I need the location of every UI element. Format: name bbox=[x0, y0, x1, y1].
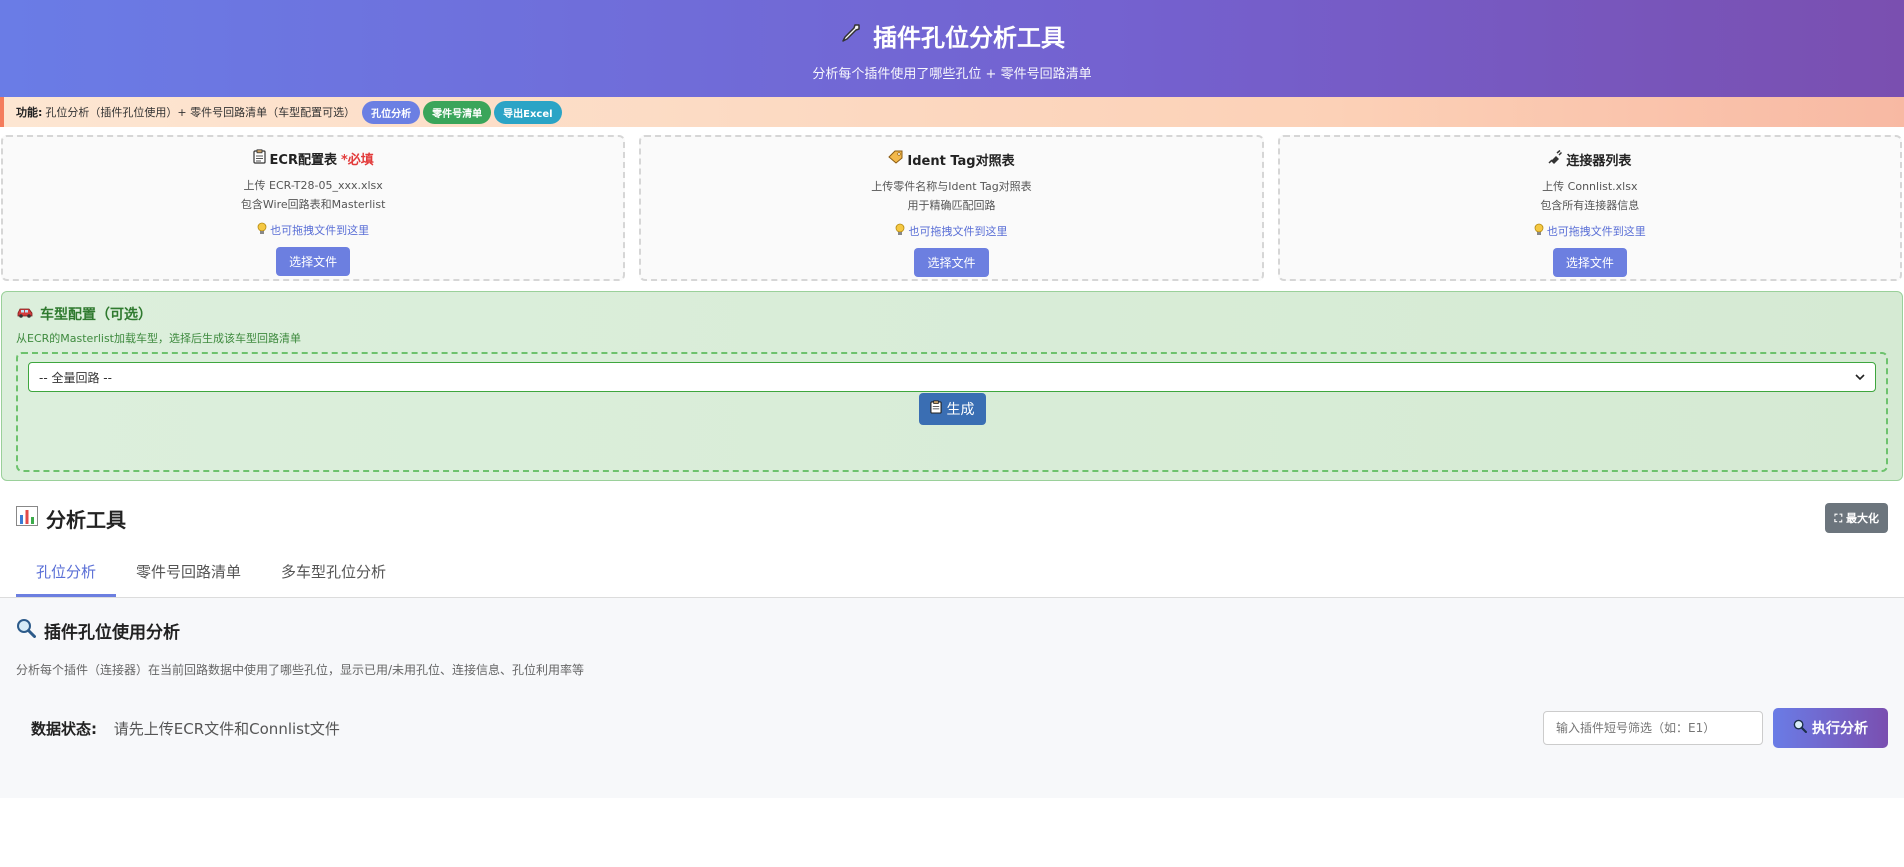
lightbulb-icon bbox=[895, 223, 905, 239]
upload-card-line1: 上传 ECR-T28-05_xxx.xlsx bbox=[243, 179, 383, 192]
tab-part-circuit-list[interactable]: 零件号回路清单 bbox=[116, 551, 261, 597]
data-status-label: 数据状态: bbox=[31, 719, 97, 738]
app-subtitle: 分析每个插件使用了哪些孔位 + 零件号回路清单 bbox=[812, 67, 1092, 82]
upload-card-connlist[interactable]: 连接器列表 上传 Connlist.xlsx 包含所有连接器信息 也可拖拽文件到… bbox=[1277, 135, 1902, 281]
drag-hint: 也可拖拽文件到这里 bbox=[1534, 223, 1646, 239]
upload-card-title: ECR配置表 *必填 bbox=[252, 149, 374, 168]
lightbulb-icon bbox=[257, 222, 267, 238]
upload-card-line2: 包含Wire回路表和Masterlist bbox=[240, 198, 386, 211]
upload-card-line2: 包含所有连接器信息 bbox=[1540, 198, 1640, 212]
upload-card-line1: 上传 Connlist.xlsx bbox=[1542, 179, 1638, 193]
data-status-value: 请先上传ECR文件和Connlist文件 bbox=[113, 719, 340, 738]
feature-pill-part-list: 零件号清单 bbox=[423, 100, 492, 124]
vehicle-config-description: 从ECR的Masterlist加载车型，选择后生成该车型回路清单 bbox=[16, 332, 301, 345]
vehicle-config-dropzone: -- 全量回路 -- 生成 bbox=[16, 352, 1888, 472]
drag-hint: 也可拖拽文件到这里 bbox=[257, 222, 369, 238]
panel-description: 分析每个插件（连接器）在当前回路数据中使用了哪些孔位，显示已用/未用孔位、连接信… bbox=[16, 663, 585, 677]
panel-title: 插件孔位使用分析 bbox=[16, 618, 1888, 643]
required-marker: *必填 bbox=[340, 153, 374, 168]
analysis-controls: 执行分析 bbox=[1543, 708, 1888, 748]
tag-icon bbox=[888, 150, 903, 168]
wrench-icon bbox=[839, 21, 863, 51]
upload-card-title: Ident Tag对照表 bbox=[888, 150, 1015, 169]
maximize-button[interactable]: ⛶ 最大化 bbox=[1825, 503, 1888, 533]
clipboard-icon bbox=[929, 400, 942, 418]
hole-analysis-panel: 插件孔位使用分析 分析每个插件（连接器）在当前回路数据中使用了哪些孔位，显示已用… bbox=[0, 598, 1904, 798]
vehicle-select[interactable]: -- 全量回路 -- bbox=[28, 362, 1876, 392]
expand-icon: ⛶ bbox=[1834, 512, 1843, 525]
vehicle-select-value: -- 全量回路 -- bbox=[39, 370, 112, 385]
bar-chart-icon bbox=[16, 505, 38, 531]
clipboard-icon bbox=[252, 149, 266, 168]
analysis-tools-title: 分析工具 bbox=[16, 504, 126, 533]
drag-hint: 也可拖拽文件到这里 bbox=[895, 223, 1007, 239]
vehicle-config-title: 车型配置（可选） bbox=[16, 304, 1888, 324]
plug-icon bbox=[1548, 149, 1563, 168]
feature-label: 功能: bbox=[16, 106, 43, 119]
magnifier-icon bbox=[1793, 719, 1807, 737]
upload-card-line1: 上传零件名称与Ident Tag对照表 bbox=[871, 179, 1032, 193]
analysis-tabs: 孔位分析 零件号回路清单 多车型孔位分析 bbox=[0, 551, 1904, 598]
data-status: 数据状态: 请先上传ECR文件和Connlist文件 bbox=[31, 718, 340, 739]
app-header: 插件孔位分析工具 分析每个插件使用了哪些孔位 + 零件号回路清单 bbox=[0, 0, 1904, 97]
chevron-down-icon bbox=[1855, 370, 1865, 384]
upload-card-title: 连接器列表 bbox=[1548, 149, 1631, 169]
run-analysis-button[interactable]: 执行分析 bbox=[1773, 708, 1888, 748]
upload-card-ident-tag[interactable]: Ident Tag对照表 上传零件名称与Ident Tag对照表 用于精确匹配回… bbox=[639, 135, 1264, 281]
feature-description: 孔位分析（插件孔位使用）+ 零件号回路清单（车型配置可选） bbox=[45, 106, 356, 119]
car-icon bbox=[16, 306, 34, 322]
app-title: 插件孔位分析工具 bbox=[839, 18, 1065, 53]
magnifier-icon bbox=[16, 618, 36, 643]
upload-card-line2: 用于精确匹配回路 bbox=[907, 198, 996, 212]
generate-button[interactable]: 生成 bbox=[918, 393, 986, 425]
choose-file-button-ecr[interactable]: 选择文件 bbox=[276, 247, 351, 276]
choose-file-button-ident-tag[interactable]: 选择文件 bbox=[914, 247, 989, 277]
feature-pill-hole-analysis: 孔位分析 bbox=[362, 100, 421, 124]
vehicle-config-section: 车型配置（可选） 从ECR的Masterlist加载车型，选择后生成该车型回路清… bbox=[1, 291, 1903, 481]
analysis-tools-header: 分析工具 ⛶ 最大化 bbox=[0, 481, 1904, 533]
tab-hole-analysis[interactable]: 孔位分析 bbox=[16, 551, 117, 597]
feature-bar: 功能: 孔位分析（插件孔位使用）+ 零件号回路清单（车型配置可选） 孔位分析 零… bbox=[0, 97, 1904, 127]
upload-card-ecr[interactable]: ECR配置表 *必填 上传 ECR-T28-05_xxx.xlsx 包含Wire… bbox=[1, 135, 626, 281]
feature-pill-export-excel: 导出Excel bbox=[494, 100, 562, 124]
choose-file-button-connlist[interactable]: 选择文件 bbox=[1552, 247, 1627, 277]
upload-row: ECR配置表 *必填 上传 ECR-T28-05_xxx.xlsx 包含Wire… bbox=[0, 135, 1904, 281]
lightbulb-icon bbox=[1534, 223, 1544, 239]
app-title-text: 插件孔位分析工具 bbox=[873, 24, 1065, 52]
connector-filter-input[interactable] bbox=[1543, 711, 1763, 745]
status-row: 数据状态: 请先上传ECR文件和Connlist文件 执行分析 bbox=[16, 708, 1888, 748]
tab-multi-vehicle-analysis[interactable]: 多车型孔位分析 bbox=[261, 551, 406, 597]
